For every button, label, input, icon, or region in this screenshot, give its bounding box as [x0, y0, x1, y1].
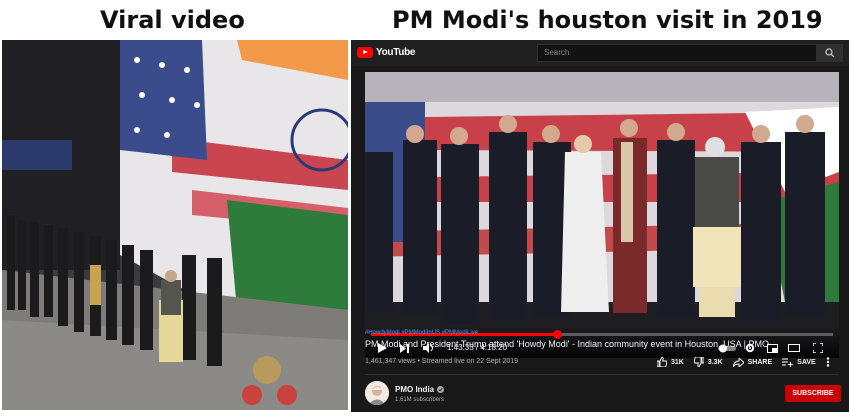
video-player[interactable]: 1:43:35 / 4:18:20 — [365, 72, 839, 358]
youtube-logo[interactable]: YouTube — [357, 47, 416, 58]
subscribe-button[interactable]: SUBSCRIBE — [785, 385, 841, 402]
search-input[interactable]: Search — [537, 44, 817, 62]
avatar-image — [365, 381, 389, 405]
video-hashtags[interactable]: #HowdyModi #PMModiInUS #PMModiLive — [365, 330, 478, 336]
channel-name[interactable]: PMO India — [395, 385, 445, 394]
theater-button[interactable] — [787, 341, 801, 355]
verified-icon — [437, 386, 445, 393]
channel-avatar[interactable] — [365, 381, 389, 405]
video-title: PM Modi and President Trump attend 'Howd… — [365, 339, 769, 349]
fullscreen-button[interactable] — [811, 341, 825, 355]
right-heading: PM Modi's houston visit in 2019 — [392, 6, 823, 34]
video-meta: 1,461,347 views • Streamed live on 22 Se… — [365, 358, 519, 365]
video-actions: 31K 3.3K SHARE SAVE — [657, 357, 830, 367]
progress-scrubber[interactable] — [552, 330, 562, 339]
left-heading: Viral video — [100, 6, 245, 34]
save-button[interactable]: SAVE — [782, 358, 816, 367]
share-label: SHARE — [747, 358, 773, 366]
search-button[interactable] — [817, 44, 843, 62]
viral-video-image — [2, 40, 348, 410]
share-button[interactable]: SHARE — [732, 357, 773, 367]
viral-video-still — [2, 40, 348, 410]
fullscreen-icon — [813, 343, 823, 353]
youtube-logo-icon — [357, 47, 373, 58]
youtube-page: YouTube Search 1:43:35 / 4:18:20 #HowdyM… — [351, 40, 849, 412]
theater-icon — [788, 344, 800, 352]
dislike-icon — [693, 357, 704, 367]
divider — [365, 374, 839, 375]
video-frame-image — [365, 72, 839, 358]
like-icon — [657, 357, 667, 367]
more-button[interactable] — [826, 357, 830, 367]
dislike-button[interactable]: 3.3K — [693, 357, 723, 367]
youtube-logo-text: YouTube — [376, 47, 416, 58]
like-count: 31K — [671, 358, 684, 366]
subscriber-count: 1.61M subscribers — [395, 397, 445, 403]
share-icon — [732, 357, 744, 367]
search-placeholder: Search — [544, 48, 570, 57]
search-icon — [825, 48, 835, 58]
dislike-count: 3.3K — [707, 358, 723, 366]
save-icon — [782, 358, 794, 367]
channel-name-text: PMO India — [395, 385, 435, 394]
youtube-top-bar: YouTube Search — [351, 40, 849, 66]
like-button[interactable]: 31K — [657, 357, 684, 367]
more-icon — [826, 357, 829, 367]
save-label: SAVE — [797, 358, 816, 366]
